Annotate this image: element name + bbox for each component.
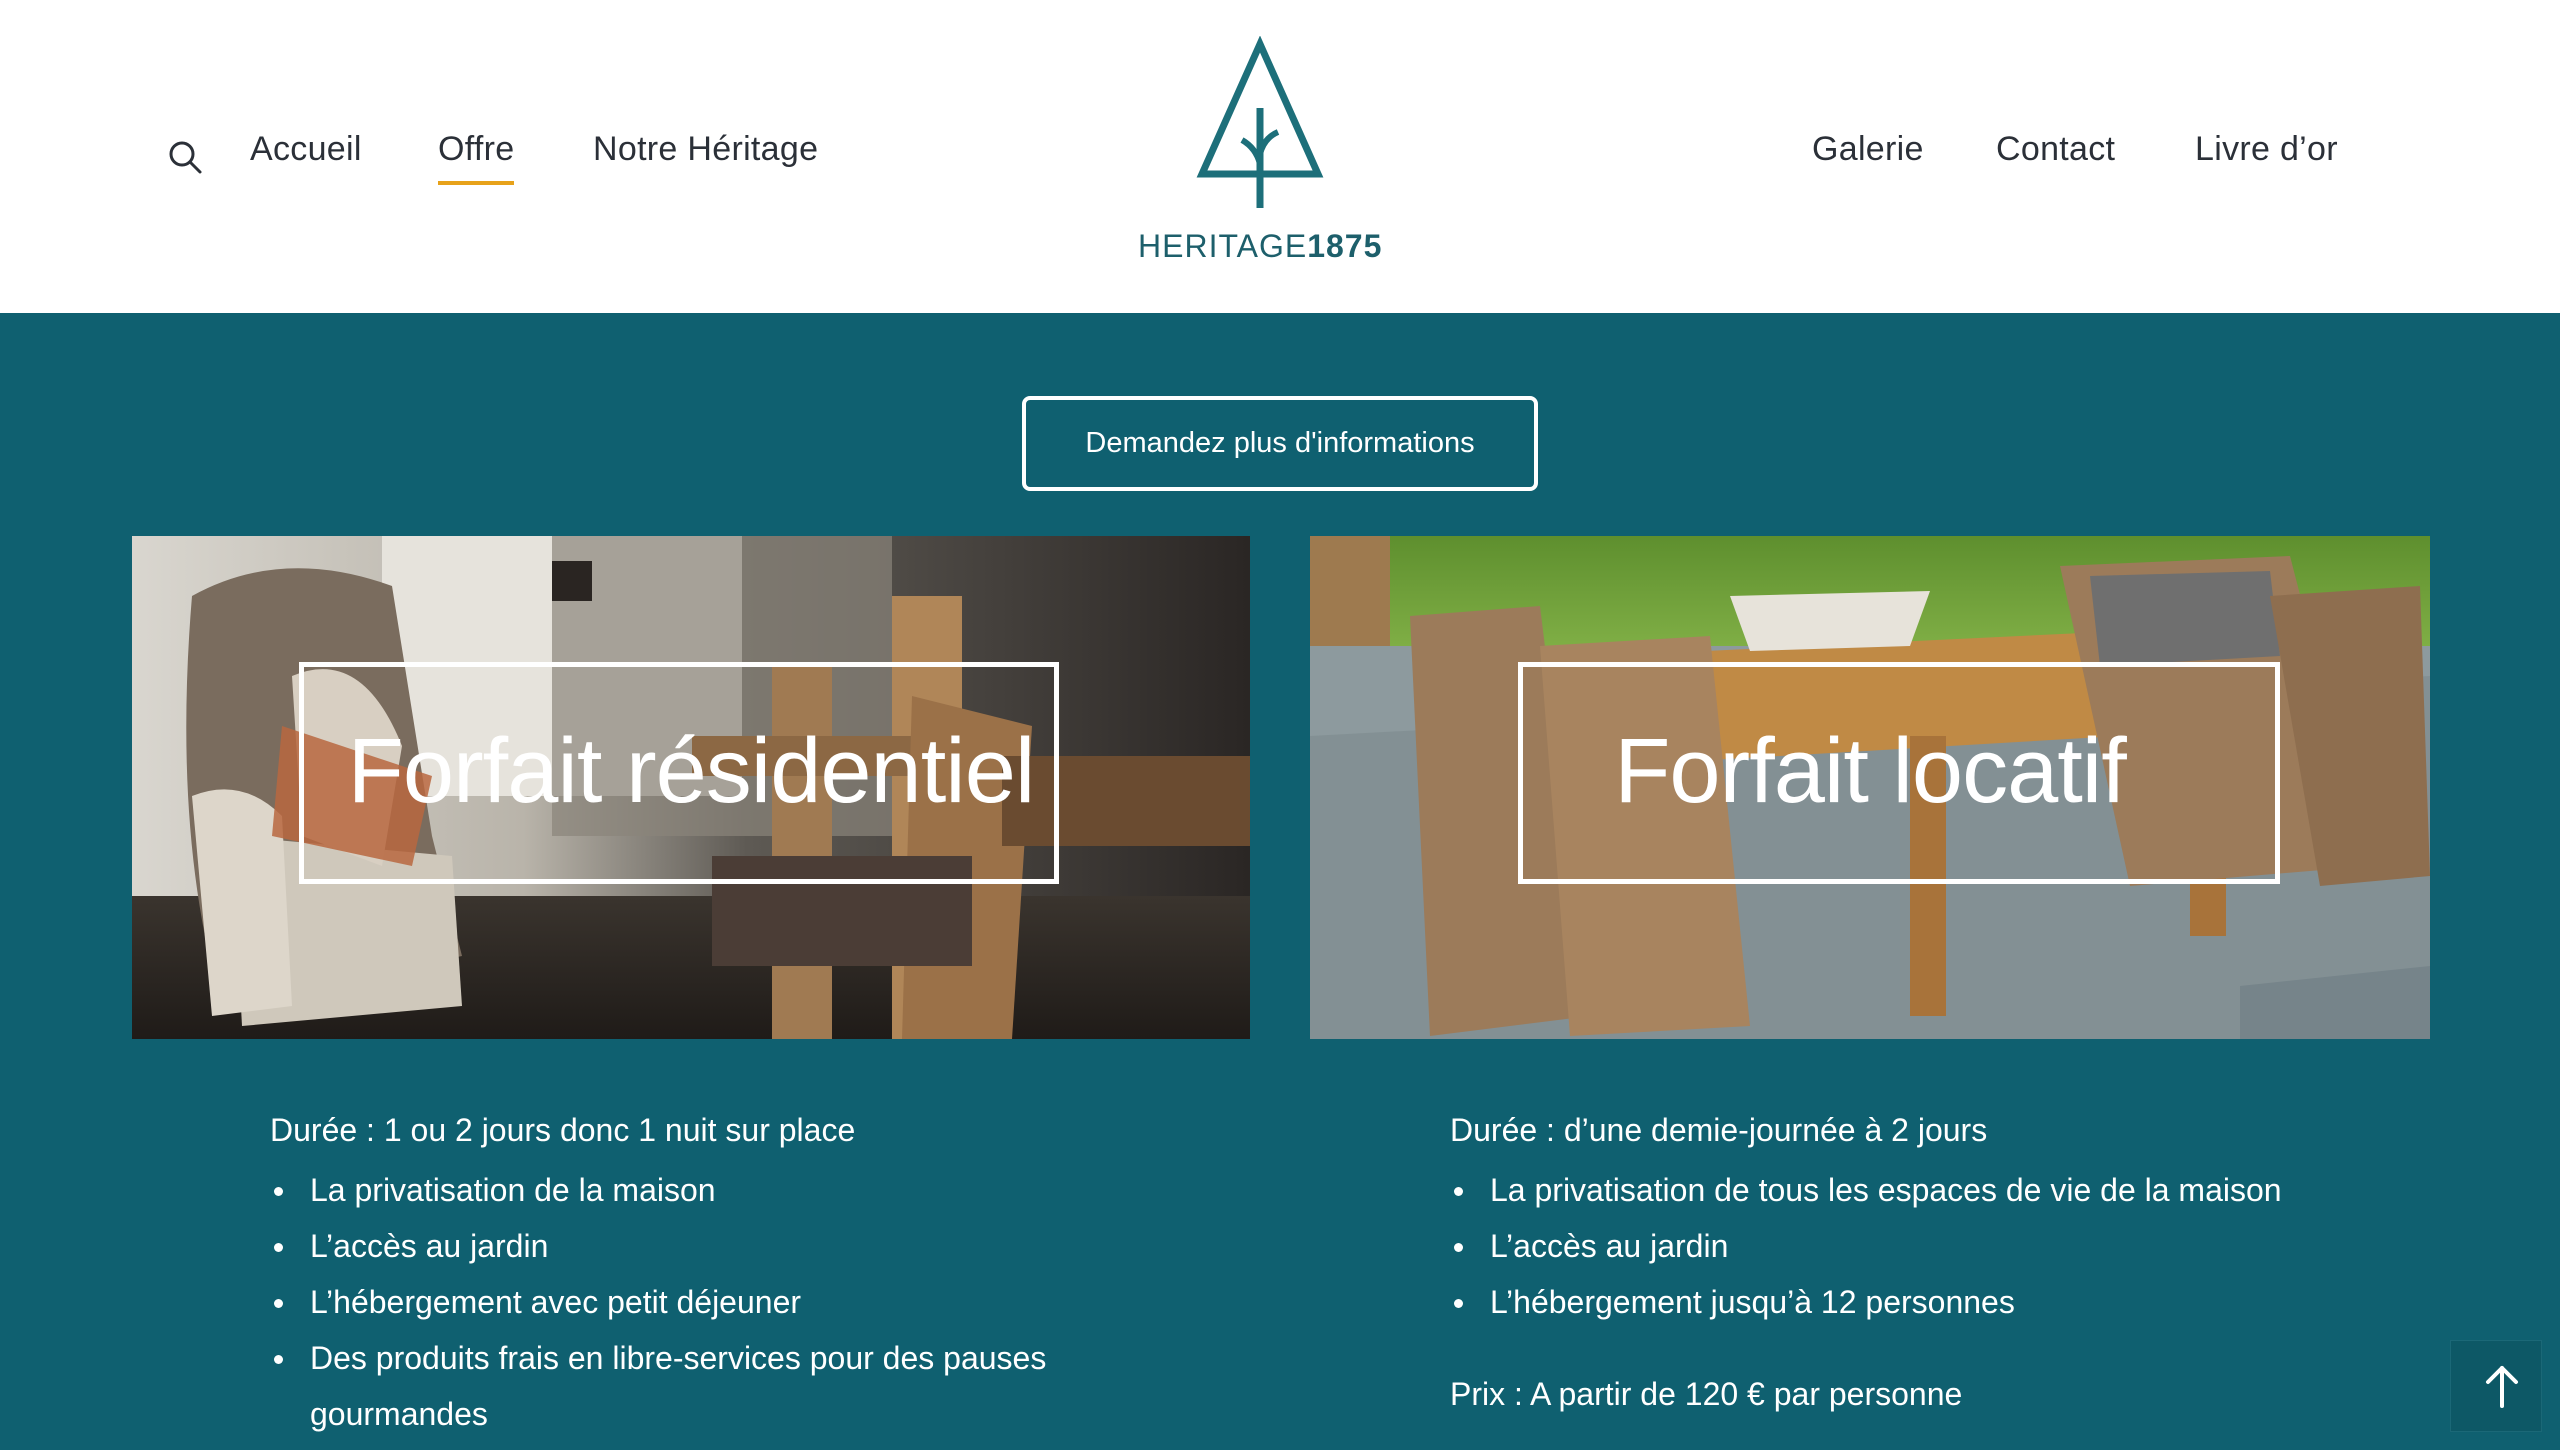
- list-item: L’accès au jardin: [270, 1218, 1046, 1274]
- list-item-continuation: gourmandes: [310, 1396, 488, 1432]
- request-info-button[interactable]: Demandez plus d'informations: [1022, 396, 1538, 491]
- price-text: Prix : A partir de 120 € par personne: [1450, 1376, 1963, 1412]
- logo-text: HERITAGE1875: [1138, 228, 1383, 264]
- list-item: La privatisation de la maison: [270, 1162, 1046, 1218]
- nav-offre[interactable]: Offre: [438, 130, 515, 185]
- nav-livre-dor[interactable]: Livre d’or: [2195, 130, 2338, 169]
- armchair-interior-photo[interactable]: Forfait résidentiel: [132, 536, 1250, 1039]
- scroll-top-button[interactable]: [2451, 1341, 2541, 1431]
- list-item: L’accès au jardin: [1450, 1218, 2282, 1274]
- list-item: L’hébergement jusqu’à 12 personnes: [1450, 1274, 2282, 1330]
- search-icon[interactable]: [166, 138, 206, 178]
- list-item: Des produits frais en libre-services pou…: [270, 1330, 1046, 1386]
- card-title-locatif: Forfait locatif: [1614, 720, 2127, 822]
- feature-list: La privatisation de tous les espaces de …: [1450, 1162, 2282, 1330]
- garden-dining-table-photo[interactable]: Forfait locatif: [1310, 536, 2430, 1039]
- list-item: L’hébergement avec petit déjeuner: [270, 1274, 1046, 1330]
- list-item: La privatisation de tous les espaces de …: [1450, 1162, 2282, 1218]
- duration-text: Durée : d’une demie-journée à 2 jours: [1450, 1112, 1988, 1148]
- nav-accueil[interactable]: Accueil: [250, 130, 362, 169]
- nav-notre-heritage[interactable]: Notre Héritage: [593, 130, 818, 169]
- nav-contact[interactable]: Contact: [1996, 130, 2115, 169]
- nav-galerie[interactable]: Galerie: [1812, 130, 1924, 169]
- site-header: Accueil Offre Notre Héritage HERITAGE187…: [0, 0, 2560, 313]
- arrow-up-icon: [2486, 1366, 2518, 1408]
- duration-text: Durée : 1 ou 2 jours donc 1 nuit sur pla…: [270, 1112, 856, 1148]
- card-title-residentiel: Forfait résidentiel: [347, 720, 1036, 822]
- feature-list: La privatisation de la maison L’accès au…: [270, 1162, 1046, 1442]
